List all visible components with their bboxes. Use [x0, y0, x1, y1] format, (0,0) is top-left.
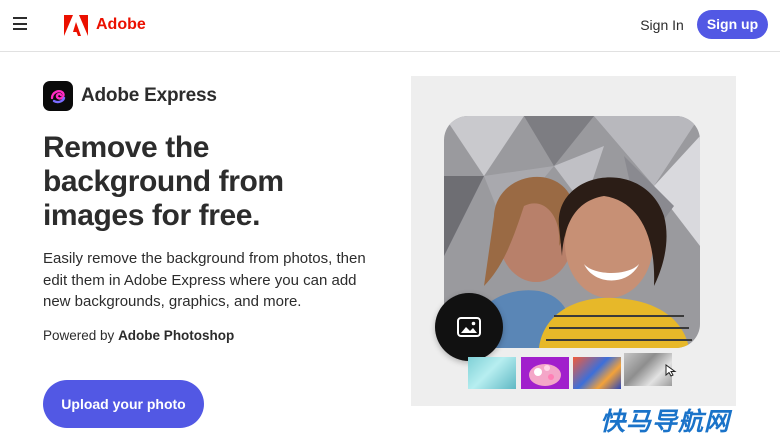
title-line: Remove the: [43, 131, 210, 164]
top-nav: Adobe Sign In Sign up: [0, 0, 780, 52]
brand-name: Adobe: [96, 16, 146, 33]
sample-thumbnail-teal[interactable]: [468, 357, 516, 389]
image-upload-button[interactable]: [435, 293, 503, 361]
watermark: 快马导航网: [600, 407, 731, 436]
title-line: images for free.: [43, 199, 261, 232]
powered-by-product: Adobe Photoshop: [118, 328, 235, 343]
sample-thumbnail-pink[interactable]: [521, 357, 569, 389]
product-name: Adobe Express: [81, 85, 217, 106]
title-line: background from: [43, 165, 284, 198]
upload-photo-button[interactable]: Upload your photo: [43, 380, 204, 428]
product-header: Adobe Express: [43, 81, 217, 111]
menu-icon[interactable]: [13, 17, 27, 30]
hero-description: Easily remove the background from photos…: [43, 250, 366, 310]
sample-thumbnail-colorful[interactable]: [573, 357, 621, 389]
adobe-logo-icon: [64, 14, 88, 36]
adobe-express-logo-icon: [43, 81, 73, 111]
powered-by: Powered by Adobe Photoshop: [43, 328, 234, 343]
adobe-logo[interactable]: Adobe: [64, 14, 146, 36]
cursor-icon: [665, 364, 677, 377]
sign-in-link[interactable]: Sign In: [636, 15, 688, 35]
image-icon: [457, 317, 481, 337]
powered-by-prefix: Powered by: [43, 328, 115, 343]
sign-up-button[interactable]: Sign up: [697, 10, 768, 39]
page-title: Remove the background from images for fr…: [43, 131, 373, 233]
